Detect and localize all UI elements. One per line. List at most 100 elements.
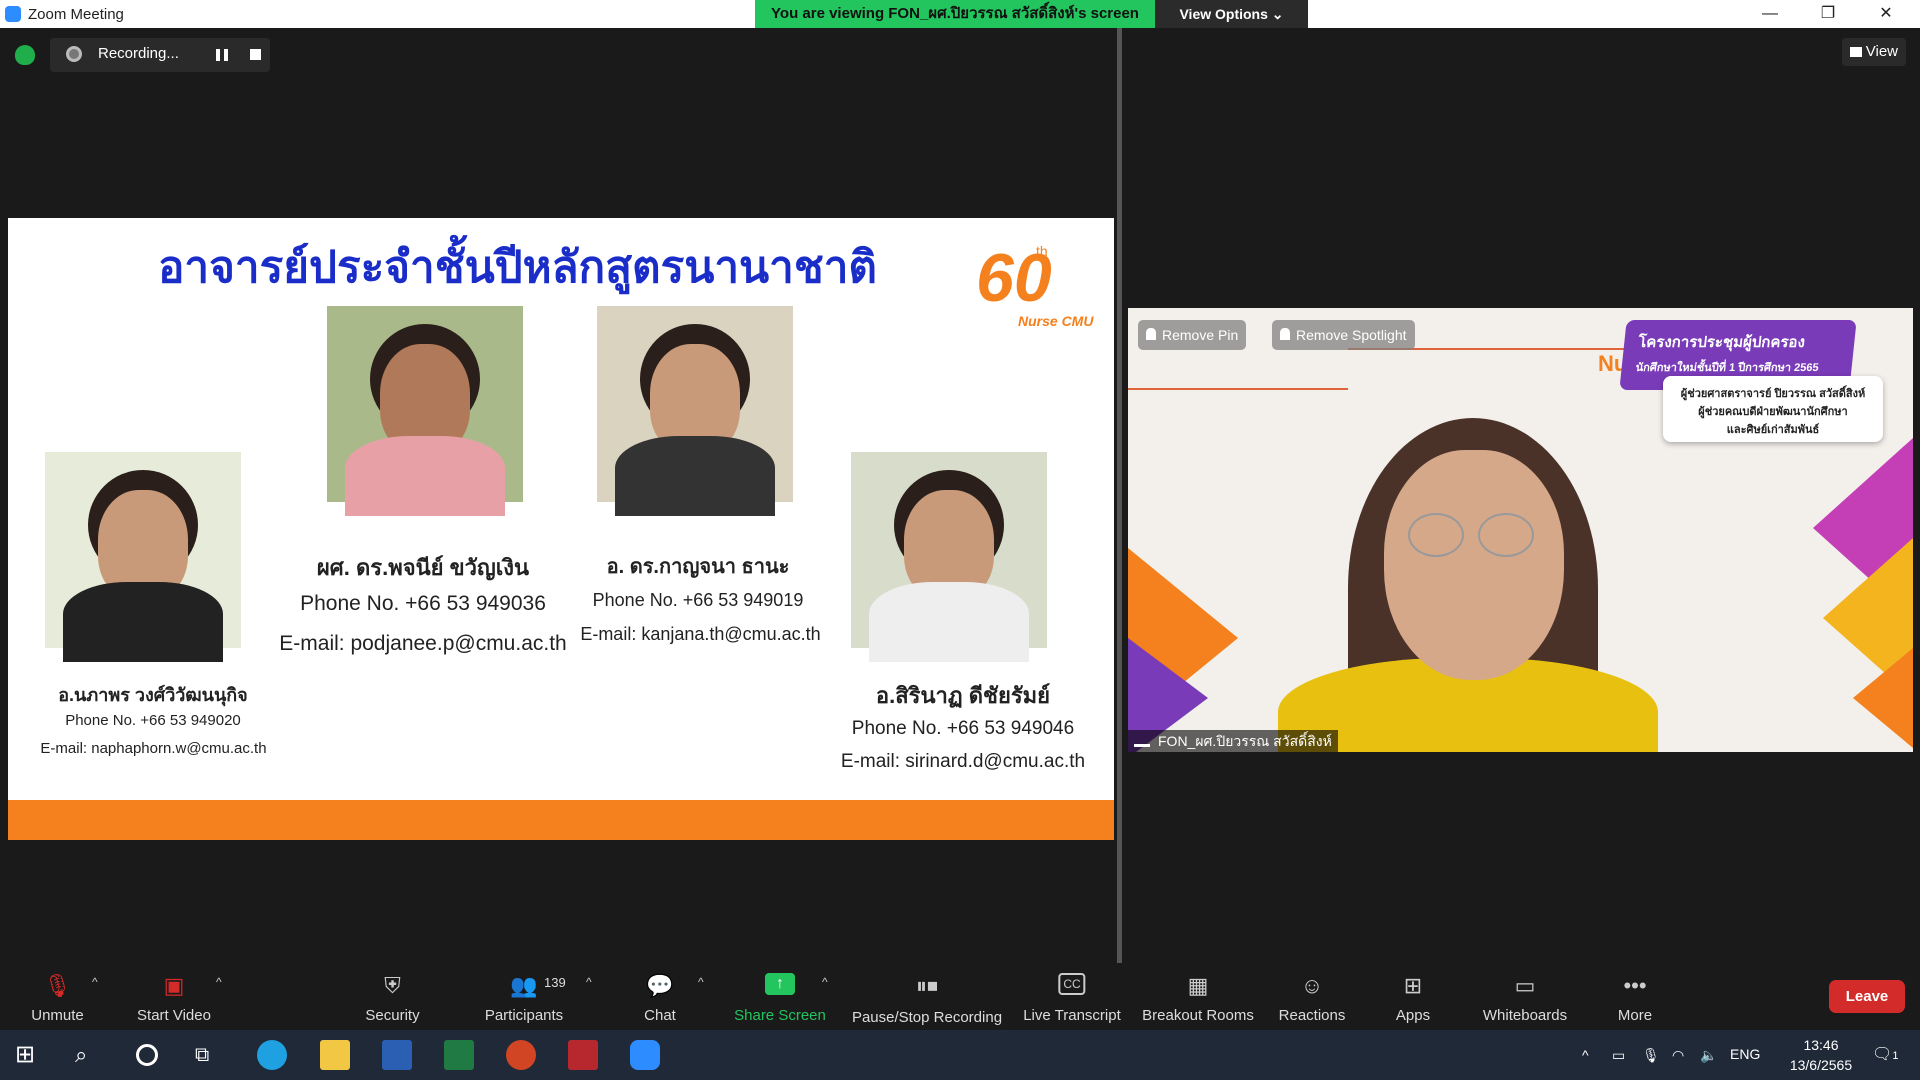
remove-pin-button[interactable]: Remove Pin <box>1138 320 1247 350</box>
signal-bars-icon <box>1134 735 1150 747</box>
person-1-name: อ.นภาพร วงศ์วิวัฒนนุกิจ <box>58 685 248 705</box>
share-options-caret[interactable]: ^ <box>822 975 828 989</box>
leave-button[interactable]: Leave <box>1829 980 1905 1013</box>
split-divider-handle[interactable] <box>1117 28 1122 963</box>
speaker-video[interactable]: NurseCMU โครงการประชุมผู้ปกครอง นักศึกษา… <box>1128 308 1913 752</box>
participant-name: FON_ผศ.ปิยวรรณ สวัสดิ์สิงห์ <box>1158 733 1332 749</box>
recording-label: Recording... <box>98 45 179 62</box>
title-bar: Zoom Meeting You are viewing FON_ผศ.ปิยว… <box>0 0 1920 28</box>
speaker-face <box>1384 450 1564 680</box>
search-icon[interactable]: ⌕ <box>75 1040 105 1070</box>
language-indicator[interactable]: ENG <box>1730 1046 1760 1062</box>
nurse-cmu-60th-logo: 60 th Nurse CMU <box>976 240 1094 329</box>
view-options-button[interactable]: View Options ⌄ <box>1155 0 1308 28</box>
photo-person-3 <box>597 306 793 516</box>
spotlight-icon <box>1280 328 1290 340</box>
view-layout-button[interactable]: View <box>1842 38 1906 66</box>
wifi-icon[interactable]: ◠ <box>1672 1040 1702 1070</box>
participant-name-label: FON_ผศ.ปิยวรรณ สวัสดิ์สิงห์ <box>1128 730 1338 752</box>
participants-label: Participants <box>484 1007 564 1024</box>
close-button[interactable]: ✕ <box>1858 0 1914 28</box>
slide-footer-bar <box>8 800 1114 840</box>
video-options-caret[interactable]: ^ <box>216 975 222 989</box>
person-1-phone: Phone No. +66 53 949020 <box>65 712 241 729</box>
person-2-phone: Phone No. +66 53 949036 <box>300 592 546 615</box>
task-view-icon[interactable]: ⧉ <box>195 1040 225 1070</box>
microphone-icon[interactable]: 🎙 <box>1642 1040 1672 1070</box>
chevron-up-icon[interactable]: ^ <box>1582 1040 1612 1070</box>
clock-time: 13:46 <box>1803 1037 1839 1053</box>
person-2-name: ผศ. ดร.พจนีย์ ขวัญเงิน <box>316 555 530 580</box>
recording-dot-icon <box>66 46 82 62</box>
live-transcript-label: Live Transcript <box>1023 1007 1121 1024</box>
shared-screen-slide: อาจารย์ประจำชั้นปีหลักสูตรนานาชาติ 60 th… <box>8 218 1114 840</box>
person-3-name: อ. ดร.กาญจนา ธานะ <box>606 556 790 578</box>
audio-options-caret[interactable]: ^ <box>92 975 98 989</box>
glasses-icon <box>1478 513 1534 557</box>
breakout-rooms-label: Breakout Rooms <box>1142 1007 1254 1024</box>
edge-icon[interactable] <box>257 1040 287 1070</box>
whiteboards-button[interactable]: ▭ Whiteboards <box>1478 963 1572 1030</box>
volume-icon[interactable]: 🔈 <box>1700 1040 1730 1070</box>
powerpoint-icon[interactable] <box>506 1040 536 1070</box>
start-video-button[interactable]: ▣ Start Video <box>128 963 220 1030</box>
breakout-rooms-icon: ▦ <box>1187 973 1209 998</box>
glasses-icon <box>1408 513 1464 557</box>
share-screen-icon: ↑ <box>765 973 795 995</box>
chat-options-caret[interactable]: ^ <box>698 975 704 989</box>
minimize-button[interactable]: — <box>1742 0 1798 28</box>
windows-start-icon[interactable]: ⊞ <box>15 1040 45 1070</box>
pause-recording-icon[interactable] <box>216 49 228 61</box>
start-video-label: Start Video <box>137 1007 211 1024</box>
reactions-icon: ☺ <box>1300 973 1324 998</box>
excel-icon[interactable] <box>444 1040 474 1070</box>
share-screen-label: Share Screen <box>734 1007 826 1024</box>
file-explorer-icon[interactable] <box>320 1040 350 1070</box>
apps-label: Apps <box>1395 1007 1431 1024</box>
battery-icon[interactable]: ▭ <box>1612 1040 1642 1070</box>
view-options-label: View Options <box>1179 6 1268 22</box>
share-screen-button[interactable]: ↑ Share Screen <box>730 963 830 1030</box>
shield-icon: ⛨ <box>384 973 401 998</box>
restore-button[interactable]: ❐ <box>1800 0 1856 28</box>
system-clock[interactable]: 13:46 13/6/2565 <box>1776 1035 1866 1075</box>
stop-recording-icon[interactable] <box>250 49 261 60</box>
window-title: Zoom Meeting <box>28 6 124 23</box>
security-button[interactable]: ⛨ Security <box>355 963 430 1030</box>
meeting-toolbar: 🎙 Unmute ^ ▣ Start Video ^ ⛨ Security 👥 139 P… <box>0 963 1920 1030</box>
viewing-banner: You are viewing FON_ผศ.ปิยวรรณ สวัสดิ์สิ… <box>755 0 1155 28</box>
access-icon[interactable] <box>568 1040 598 1070</box>
whiteboard-icon: ▭ <box>1514 973 1536 998</box>
chat-button[interactable]: 💬 Chat <box>630 963 690 1030</box>
decor-triangle <box>1853 648 1913 748</box>
security-label: Security <box>365 1007 420 1024</box>
notifications-icon[interactable]: 🗨1 <box>1872 1040 1902 1070</box>
remove-pin-label: Remove Pin <box>1162 327 1239 343</box>
zoom-logo-icon <box>5 6 21 22</box>
windows-taskbar: ⊞ ⌕ ⧉ ^ ▭ 🎙 ◠ 🔈 ENG 13:46 13/6/2565 🗨1 <box>0 1030 1920 1080</box>
remove-spotlight-button[interactable]: Remove Spotlight <box>1272 320 1415 350</box>
breakout-rooms-button[interactable]: ▦ Breakout Rooms <box>1138 963 1258 1030</box>
zoom-app-icon[interactable] <box>630 1040 660 1070</box>
reactions-button[interactable]: ☺ Reactions <box>1272 963 1352 1030</box>
live-transcript-button[interactable]: CC Live Transcript <box>1018 963 1126 1030</box>
chat-label: Chat <box>644 1007 676 1024</box>
cortana-icon[interactable] <box>136 1044 158 1066</box>
reactions-label: Reactions <box>1278 1007 1346 1024</box>
speaker-title-card: ผู้ช่วยศาสตราจารย์ ปิยวรรณ สวัสดิ์สิงห์ … <box>1663 376 1883 442</box>
pause-stop-recording-button[interactable]: ⏸⏹ Pause/Stop Recording <box>848 963 1006 1030</box>
participants-button[interactable]: 👥 139 Participants <box>478 963 570 1030</box>
video-off-icon: ▣ <box>163 973 185 998</box>
more-button[interactable]: ••• More <box>1610 963 1660 1030</box>
person-3-phone: Phone No. +66 53 949019 <box>592 590 804 610</box>
photo-person-1 <box>45 452 241 662</box>
microphone-muted-icon: 🎙 <box>43 973 72 998</box>
apps-button[interactable]: ⊞ Apps <box>1385 963 1441 1030</box>
whiteboards-label: Whiteboards <box>1482 1007 1568 1024</box>
unmute-button[interactable]: 🎙 Unmute <box>20 963 95 1030</box>
person-2-email: E-mail: podjanee.p@cmu.ac.th <box>279 632 567 655</box>
participants-options-caret[interactable]: ^ <box>586 975 592 989</box>
unmute-label: Unmute <box>31 1007 84 1024</box>
person-4-email: E-mail: sirinard.d@cmu.ac.th <box>840 751 1086 772</box>
word-icon[interactable] <box>382 1040 412 1070</box>
